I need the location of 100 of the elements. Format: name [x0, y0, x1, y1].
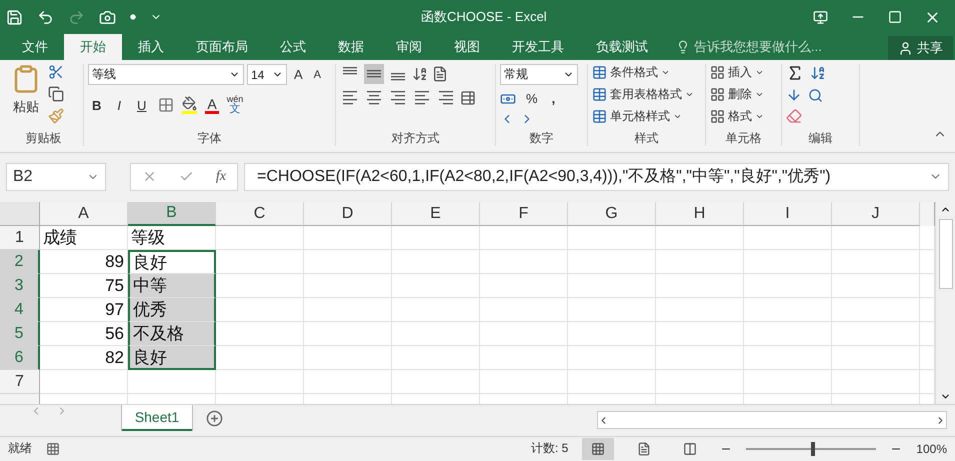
table-cell: 不及格	[128, 322, 216, 346]
row-header[interactable]: 5	[0, 322, 40, 346]
fill-color-icon[interactable]	[182, 96, 198, 114]
caret-icon	[661, 68, 670, 77]
table-cell: 82	[40, 346, 128, 370]
caret-icon	[755, 68, 764, 77]
table-cell: 成绩	[40, 226, 128, 250]
insert-function-button[interactable]: fx	[216, 168, 226, 184]
column-header[interactable]: C	[216, 202, 304, 226]
column-header[interactable]: H	[656, 202, 744, 226]
column-header[interactable]: I	[744, 202, 832, 226]
scissors-icon[interactable]	[48, 64, 64, 80]
cells-menu-button[interactable]: 删除	[710, 86, 764, 103]
fill-down-icon[interactable]	[786, 87, 802, 103]
column-header[interactable]: J	[832, 202, 920, 226]
caret-icon	[673, 112, 682, 121]
shrink-font-button[interactable]: A	[310, 66, 326, 82]
horizontal-scrollbar[interactable]	[597, 411, 947, 429]
grid-icon	[710, 109, 725, 124]
window-title: 函数CHOOSE - Excel	[420, 8, 548, 26]
ribbon-tab[interactable]: 视图	[438, 34, 496, 60]
add-sheet-icon[interactable]	[206, 410, 223, 427]
row-header[interactable]: 3	[0, 274, 40, 298]
ribbon-tab[interactable]: 负载测试	[580, 34, 664, 60]
font-name-field[interactable]: 等线	[88, 64, 244, 85]
borders-icon[interactable]	[158, 97, 174, 113]
font-color-button[interactable]: A	[205, 96, 219, 114]
table-cell: 89	[40, 250, 128, 274]
cells-menu-button[interactable]: 插入	[710, 64, 764, 81]
ribbon-tab[interactable]: 公式	[264, 34, 322, 60]
row-header[interactable]: 1	[0, 226, 40, 250]
page-icon	[637, 442, 652, 456]
share-button[interactable]: 共享	[888, 36, 953, 60]
merge-icon[interactable]	[460, 90, 476, 106]
styles-menu-button[interactable]: 套用表格格式	[592, 86, 694, 103]
ribbon-tab[interactable]: 审阅	[380, 34, 438, 60]
caret-icon	[685, 90, 694, 99]
group-label: 单元格	[724, 130, 762, 146]
scroll-thumb[interactable]	[938, 219, 952, 289]
status-text: 就绪	[8, 440, 32, 457]
column-header[interactable]: A	[40, 202, 128, 226]
table-cell: 56	[40, 322, 128, 346]
ribbon-display-icon[interactable]	[813, 10, 828, 24]
bold-button[interactable]: B	[88, 96, 106, 114]
columns-icon	[683, 442, 698, 456]
table-icon	[592, 87, 607, 102]
dot-icon[interactable]	[130, 14, 136, 20]
group-label: 样式	[634, 130, 660, 146]
align-middle-icon[interactable]	[364, 64, 384, 84]
eraser-icon[interactable]	[786, 108, 802, 124]
tell-me-field[interactable]: 告诉我您想要做什么...	[694, 38, 822, 56]
ribbon-tab[interactable]: 文件	[6, 34, 64, 60]
comma-button[interactable]: ,	[548, 89, 560, 108]
row-header[interactable]: 6	[0, 346, 40, 370]
copy-icon[interactable]	[48, 86, 64, 102]
camera-icon[interactable]	[99, 8, 116, 26]
person-icon	[898, 40, 913, 56]
ribbon-tab[interactable]: 插入	[122, 34, 180, 60]
normal-view-button[interactable]	[582, 438, 614, 460]
grid-icon	[710, 87, 725, 102]
save-icon[interactable]	[6, 8, 23, 26]
row-header[interactable]: 2	[0, 250, 40, 274]
column-header[interactable]: B	[128, 202, 216, 226]
name-box[interactable]: B2	[6, 162, 106, 190]
column-header[interactable]: E	[392, 202, 480, 226]
zoom-level[interactable]: 100%	[916, 442, 947, 456]
row-header[interactable]: 4	[0, 298, 40, 322]
phonetic-button[interactable]: wén 文	[226, 95, 244, 115]
column-header[interactable]: F	[480, 202, 568, 226]
grow-font-button[interactable]: A	[290, 65, 307, 84]
percent-button[interactable]: %	[522, 89, 542, 108]
formula-field[interactable]: =CHOOSE(IF(A2<60,1,IF(A2<80,2,IF(A2<90,3,4))),"不及格","中等","良好","优秀")	[244, 162, 949, 190]
ribbon-tab[interactable]: 开始	[64, 34, 122, 60]
group-label: 字体	[196, 130, 222, 146]
column-header[interactable]: D	[304, 202, 392, 226]
grid-icon	[710, 65, 725, 80]
table-icon	[592, 65, 607, 80]
ribbon-tab[interactable]: 开发工具	[496, 34, 580, 60]
row-header[interactable]: 7	[0, 370, 40, 394]
styles-menu-button[interactable]: 单元格样式	[592, 108, 694, 125]
search-icon[interactable]	[808, 88, 823, 102]
maximize-icon[interactable]	[888, 10, 902, 24]
cells-menu-button[interactable]: 格式	[710, 108, 764, 125]
caret-icon	[755, 112, 764, 121]
grid-icon	[591, 442, 606, 456]
sort-icon[interactable]	[810, 65, 826, 81]
italic-button[interactable]: I	[113, 96, 126, 114]
undo-icon[interactable]	[37, 8, 54, 26]
underline-button[interactable]: U	[133, 96, 150, 114]
ribbon-tab[interactable]: 页面布局	[180, 34, 264, 60]
table-icon	[592, 109, 607, 124]
styles-menu-button[interactable]: 条件格式	[592, 64, 694, 81]
ribbon-tab[interactable]: 数据	[322, 34, 380, 60]
table-cell: 优秀	[128, 298, 216, 322]
font-size-field[interactable]: 14	[247, 64, 287, 85]
paste-button[interactable]: 粘贴	[13, 98, 39, 116]
sheet-tab[interactable]: Sheet1	[122, 405, 192, 431]
macro-record-icon[interactable]	[46, 442, 60, 456]
number-format-field[interactable]: 常规	[500, 64, 578, 85]
column-header[interactable]: G	[568, 202, 656, 226]
